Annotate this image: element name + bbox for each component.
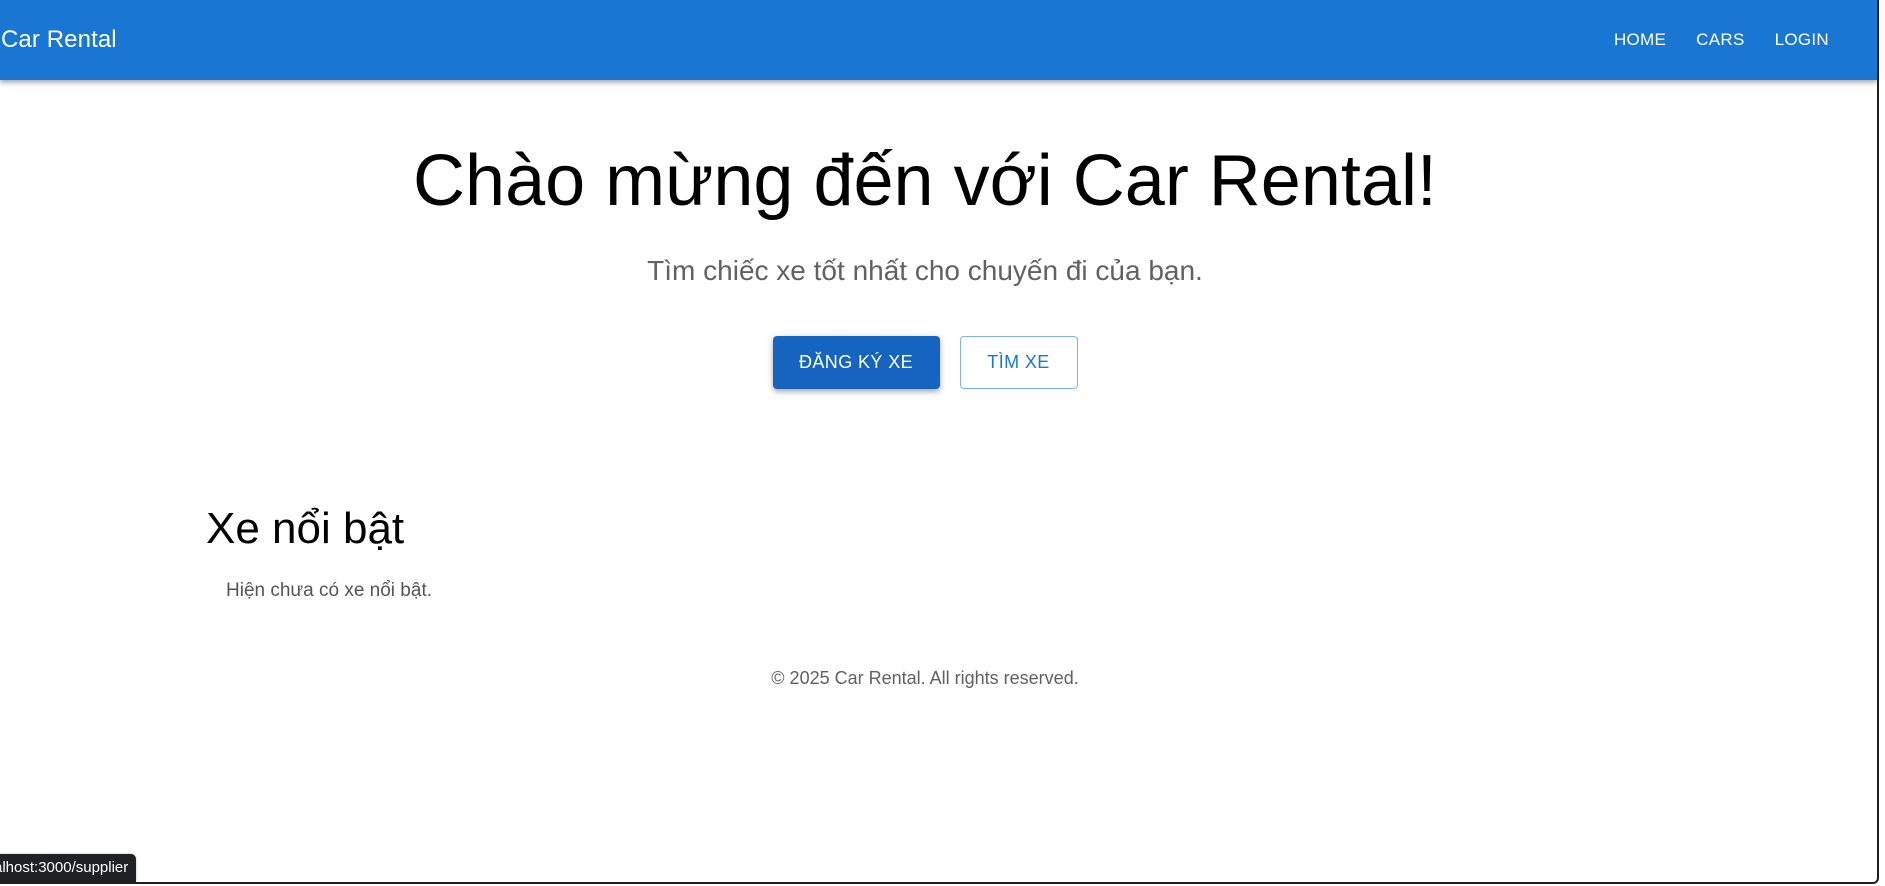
- hero-subtitle: Tìm chiếc xe tốt nhất cho chuyến đi của …: [647, 255, 1203, 286]
- main-nav: HOME CARS LOGIN: [1599, 0, 1844, 80]
- featured-cars-heading: Xe nổi bật: [206, 504, 405, 553]
- find-car-button[interactable]: TÌM XE: [959, 336, 1078, 389]
- status-bar-url: alhost:3000/supplier: [0, 859, 129, 876]
- nav-home-link[interactable]: HOME: [1599, 22, 1681, 58]
- register-car-button[interactable]: ĐĂNG KÝ XE: [772, 336, 940, 389]
- nav-cars-link[interactable]: CARS: [1681, 22, 1759, 58]
- app-bar: Car Rental HOME CARS LOGIN: [0, 0, 1877, 80]
- page-footer: © 2025 Car Rental. All rights reserved.: [771, 668, 1079, 688]
- brand-title[interactable]: Car Rental: [1, 0, 117, 80]
- hero-title: Chào mừng đến với Car Rental!: [413, 141, 1437, 221]
- nav-login-link[interactable]: LOGIN: [1760, 22, 1844, 58]
- browser-viewport: Car Rental HOME CARS LOGIN Chào mừng đến…: [0, 0, 1879, 884]
- cta-buttons: ĐĂNG KÝ XE TÌM XE: [0, 336, 1850, 389]
- featured-cars-empty-message: Hiện chưa có xe nổi bật.: [226, 580, 433, 601]
- link-preview-status-bar: alhost:3000/supplier: [0, 854, 137, 882]
